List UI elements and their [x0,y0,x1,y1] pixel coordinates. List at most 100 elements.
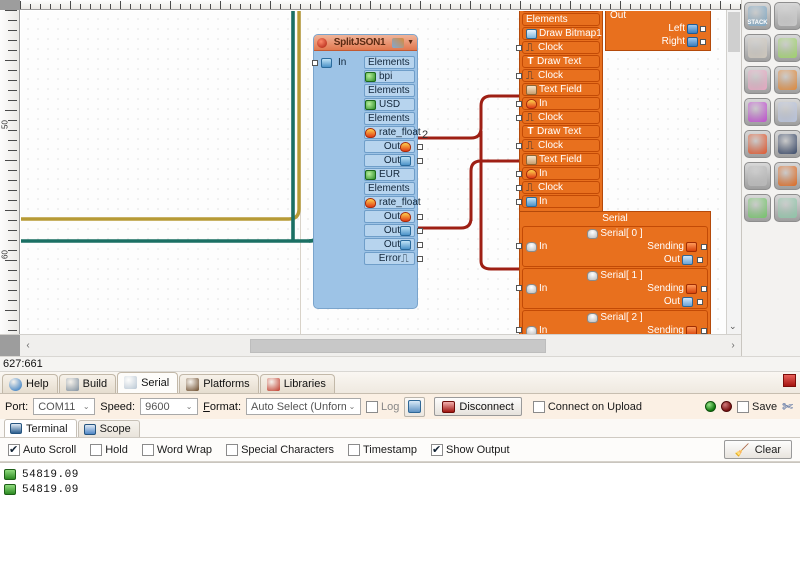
port-pin[interactable] [697,256,703,263]
node-port-row[interactable]: In Sending [516,282,707,295]
port-pin[interactable] [312,59,318,66]
option-word-wrap[interactable]: Word Wrap [141,443,212,456]
node-port-row[interactable]: In Sending [516,324,707,334]
port-pin[interactable] [417,242,423,248]
node-port-row[interactable]: Text Field [522,153,600,166]
node-port-row[interactable]: Display [522,11,600,12]
scroll-right-arrow[interactable]: › [725,335,741,356]
port-pin[interactable] [516,101,522,107]
port-pin[interactable] [516,327,522,333]
option-auto-scroll[interactable]: Auto Scroll [8,443,76,457]
node-port-row[interactable]: Out [523,295,707,308]
component-palette[interactable]: STACK [741,0,800,356]
node-port-row[interactable]: Elements [364,84,415,97]
checkbox-box[interactable] [8,443,20,457]
tab-libraries[interactable]: Libraries [259,374,335,393]
port-pin[interactable] [701,327,707,334]
tools-icon[interactable] [392,37,405,48]
port-pin[interactable] [516,285,522,291]
node-serial-group[interactable]: Serial[ 1 ] In Sending Out [516,268,708,309]
terminal-options-row[interactable]: Auto Scroll Hold Word Wrap Special Characte… [0,438,800,462]
palette-button-bulb[interactable] [774,98,800,126]
port-pin[interactable] [700,25,706,32]
palette-button-power[interactable] [774,162,800,190]
port-pin[interactable] [516,115,522,121]
port-pin[interactable] [417,256,423,262]
node-port-row[interactable]: Text Field [522,83,600,96]
port-pin[interactable] [516,199,522,205]
node-port-row[interactable]: Error ⎍ [364,252,423,265]
node-splitjson-header[interactable]: SplitJSON1 ▼ [314,35,417,51]
node-port-row[interactable]: Elements [364,112,415,125]
log-checkbox[interactable]: Log [366,400,399,413]
canvas-horizontal-scrollbar[interactable]: ‹ › [0,334,741,356]
connect-on-upload-checkbox[interactable]: Connect on Upload [532,400,642,413]
palette-button-puzzle[interactable] [774,34,800,62]
port-pin[interactable] [516,143,522,149]
checkbox-box[interactable] [226,443,239,456]
option-special-characters[interactable]: Special Characters [226,443,334,456]
port-pin[interactable] [417,214,423,220]
checkbox-box[interactable] [532,400,545,413]
tools-icon[interactable]: ✄ [782,399,793,415]
main-tab-bar[interactable]: Help Build Serial Platforms Libraries [0,372,800,394]
node-port-row[interactable]: Draw Bitmap1 [522,27,602,40]
option-show-output[interactable]: Show Output [431,443,510,457]
node-serial[interactable]: Serial Serial[ 0 ] In Sending Out Serial[ 1 … [516,211,711,334]
serial-toolbar[interactable]: Port: COM11 ⌄ Speed: 9600 ⌄ Format: Auto… [0,394,800,419]
node-canvas[interactable]: 50 60 2 SplitJSON1 ▼ In Elements bpi Ele… [0,0,741,356]
palette-button-arrows[interactable] [744,194,771,222]
node-port-row[interactable]: Out [364,210,423,223]
canvas-vertical-scrollbar[interactable]: ⌄ [726,10,741,334]
node-port-row[interactable]: Out [364,154,423,167]
node-port-row[interactable]: rate_float [364,126,421,139]
palette-button-traffic-light[interactable] [744,162,771,190]
tab-serial[interactable]: Serial [117,372,179,393]
node-serial-group[interactable]: Serial[ 2 ]InSendingOut [516,310,708,334]
save-checkbox[interactable]: Save [737,400,777,413]
node-port-row[interactable]: Elements [522,13,600,26]
port-pin[interactable] [516,171,522,177]
terminal-output-area[interactable]: 54819.09 54819.09 [0,462,800,571]
port-pin[interactable] [697,298,703,305]
scrollbar-thumb[interactable] [728,12,740,52]
node-port-row[interactable]: Out [364,140,423,153]
node-port-row[interactable]: Elements [364,56,415,69]
port-pin[interactable] [516,45,522,51]
checkbox-box[interactable] [737,400,750,413]
node-buttons-left-row[interactable]: Left [606,22,710,35]
scroll-left-arrow[interactable]: ‹ [20,335,36,356]
palette-button-keyboard[interactable] [774,2,800,30]
port-select[interactable]: COM11 ⌄ [33,398,96,415]
subtab-terminal[interactable]: Terminal [4,419,77,437]
format-select[interactable]: Auto Select (Unformatted ⌄ [246,398,362,415]
checkbox-box[interactable] [348,443,360,456]
node-port-row[interactable]: Out [364,224,423,237]
node-port-row[interactable]: USD [364,98,415,111]
palette-button-wave[interactable] [774,66,800,94]
option-hold[interactable]: Hold [90,443,128,456]
node-port-row[interactable]: T Draw Text [522,125,600,138]
node-port-row[interactable]: In [516,97,600,110]
palette-button-night[interactable] [774,130,800,158]
tab-platforms[interactable]: Platforms [179,374,259,393]
port-pin[interactable] [417,228,423,234]
palette-button-globe[interactable] [774,194,800,222]
port-pin[interactable] [516,185,522,191]
palette-button-stack[interactable]: STACK [744,2,771,30]
port-pin[interactable] [516,73,522,79]
palette-button-rainbow[interactable] [744,130,771,158]
palette-button-math[interactable] [744,66,771,94]
node-port-row[interactable]: T Draw Text [522,55,600,68]
chevron-down-icon[interactable]: ▼ [407,39,414,46]
port-pin[interactable] [516,243,522,249]
checkbox-box[interactable] [90,443,103,456]
disconnect-button[interactable]: Disconnect [434,397,522,416]
checkbox-box[interactable] [366,400,379,413]
node-port-row[interactable]: ⎍ Clock [516,111,600,124]
checkbox-box[interactable] [431,443,443,457]
node-port-row[interactable]: ⎍ Clock [516,181,600,194]
node-serial-group[interactable]: Serial[ 0 ] In Sending Out [516,226,708,267]
subtab-scope[interactable]: Scope [77,420,140,437]
scrollbar-track[interactable] [36,338,725,353]
